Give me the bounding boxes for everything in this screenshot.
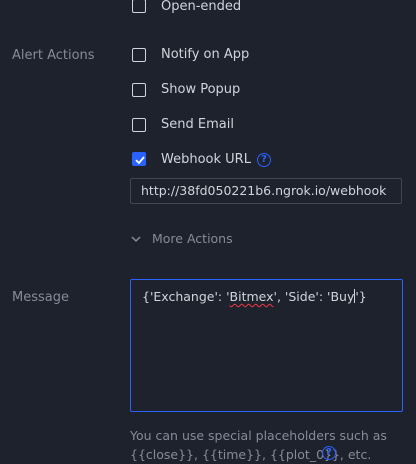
webhook-url-input[interactable]: http://38fd050221b6.ngrok.io/webhook (130, 178, 402, 204)
placeholders-help-icon[interactable]: ? (322, 446, 336, 460)
message-text-part: '} (355, 289, 367, 304)
open-ended-checkbox[interactable] (132, 0, 146, 13)
show-popup-checkbox[interactable] (132, 83, 146, 97)
send-email-label[interactable]: Send Email (161, 117, 234, 132)
send-email-checkbox[interactable] (132, 118, 146, 132)
notify-on-app-checkbox[interactable] (132, 48, 146, 62)
webhook-help-icon[interactable]: ? (257, 153, 271, 167)
webhook-url-label[interactable]: Webhook URL (161, 152, 251, 167)
more-actions-toggle[interactable]: More Actions (152, 231, 233, 246)
message-text-part: {'Exchange': ' (142, 289, 230, 304)
hint-line-1: You can use special placeholders such as (130, 428, 387, 443)
chevron-down-icon[interactable] (130, 233, 142, 245)
message-text-part: ', 'Side': 'Buy (273, 289, 355, 304)
message-label: Message (12, 290, 69, 305)
hint-line-2: {{close}}, {{time}}, {{plot_0}}, etc. (130, 445, 387, 464)
notify-on-app-label[interactable]: Notify on App (161, 47, 249, 62)
message-textarea[interactable]: {'Exchange': 'Bitmex', 'Side': 'Buy'} (130, 279, 403, 412)
checkmark-icon (135, 156, 145, 165)
open-ended-label: Open-ended (161, 0, 242, 14)
show-popup-label[interactable]: Show Popup (161, 82, 240, 97)
misspelled-word: Bitmex (229, 289, 274, 304)
placeholder-hint: You can use special placeholders such as… (130, 426, 387, 464)
webhook-url-checkbox[interactable] (132, 152, 146, 166)
alert-actions-label: Alert Actions (12, 48, 95, 63)
